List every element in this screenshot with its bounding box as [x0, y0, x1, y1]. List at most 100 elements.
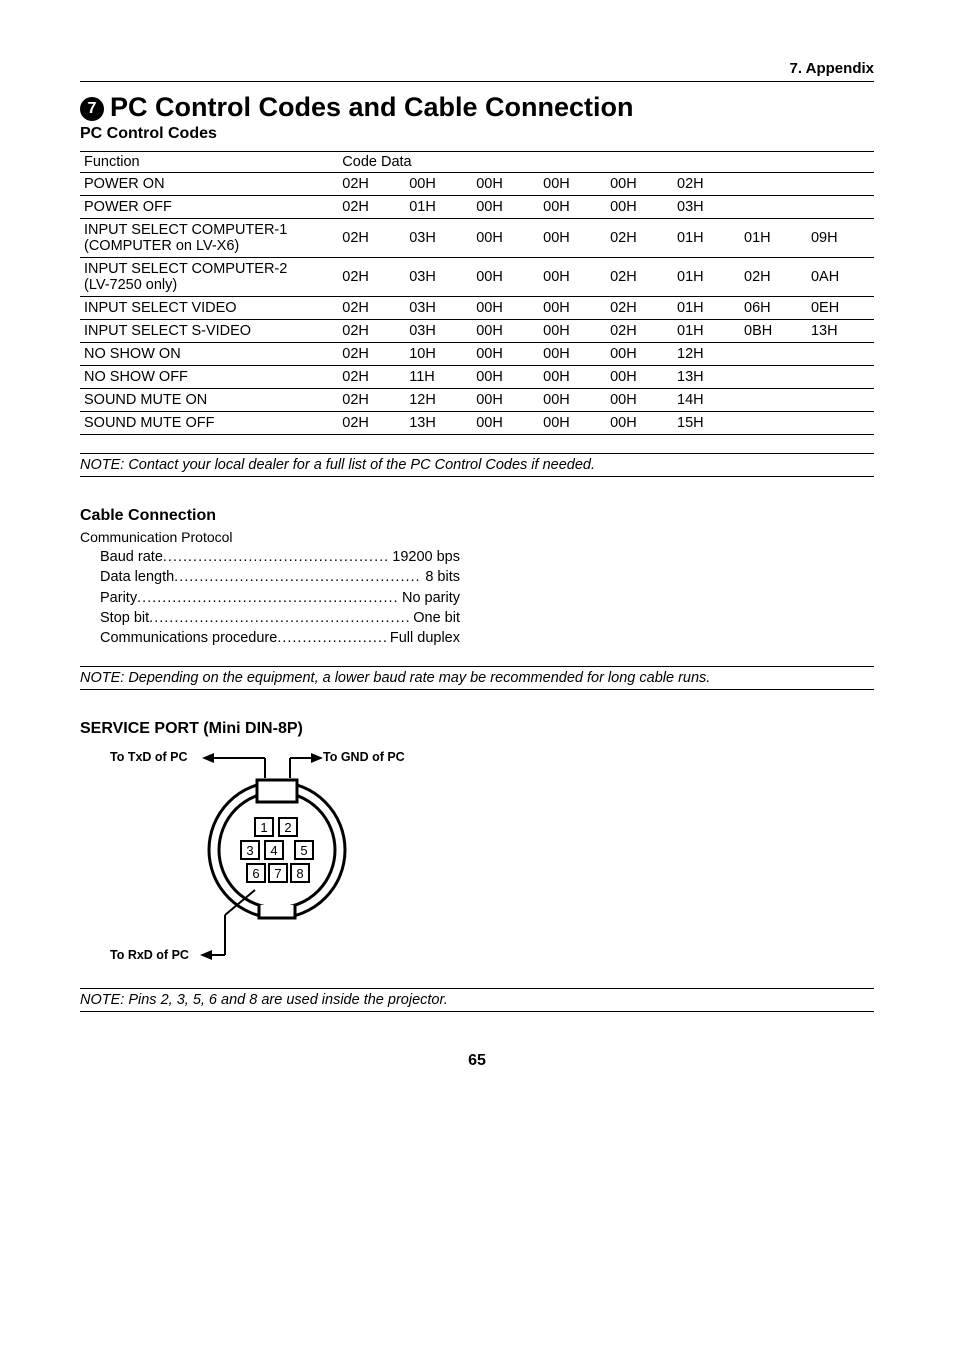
- code-cell: 00H: [539, 297, 606, 320]
- code-cell: [807, 343, 874, 366]
- code-cell: 00H: [472, 343, 539, 366]
- code-cell: 03H: [405, 258, 472, 297]
- table-row: POWER OFF02H01H00H00H00H03H: [80, 196, 874, 219]
- protocol-row: Baud rate 19200 bps: [100, 547, 460, 567]
- func-cell: INPUT SELECT S-VIDEO: [80, 320, 338, 343]
- code-cell: 0AH: [807, 258, 874, 297]
- code-cell: 11H: [405, 366, 472, 389]
- code-cell: [740, 389, 807, 412]
- cable-connection-heading: Cable Connection: [80, 507, 874, 525]
- code-cell: 02H: [338, 320, 405, 343]
- protocol-dots: [174, 567, 421, 587]
- code-cell: 02H: [338, 219, 405, 258]
- code-cell: 00H: [539, 196, 606, 219]
- protocol-label: Stop bit: [100, 608, 149, 628]
- code-cell: 01H: [673, 297, 740, 320]
- code-cell: 03H: [405, 297, 472, 320]
- table-row: POWER ON02H00H00H00H00H02H: [80, 173, 874, 196]
- code-cell: 02H: [606, 297, 673, 320]
- svg-text:5: 5: [300, 843, 307, 858]
- protocol-dots: [137, 588, 398, 608]
- code-cell: 09H: [807, 219, 874, 258]
- code-cell: 03H: [405, 320, 472, 343]
- protocol-title: Communication Protocol: [80, 529, 874, 545]
- th-code-data: Code Data: [338, 152, 874, 173]
- code-cell: 00H: [539, 343, 606, 366]
- svg-text:3: 3: [246, 843, 253, 858]
- table-row: INPUT SELECT COMPUTER-2(LV-7250 only)02H…: [80, 258, 874, 297]
- code-cell: 00H: [472, 320, 539, 343]
- code-cell: 02H: [338, 297, 405, 320]
- protocol-list: Baud rate 19200 bpsData length 8 bitsPar…: [100, 547, 874, 648]
- cable-note: NOTE: Depending on the equipment, a lowe…: [80, 666, 874, 690]
- section-title: 7PC Control Codes and Cable Connection: [80, 92, 874, 123]
- page-number: 65: [80, 1052, 874, 1070]
- code-cell: 10H: [405, 343, 472, 366]
- codes-table: Function Code Data POWER ON02H00H00H00H0…: [80, 151, 874, 435]
- protocol-row: Communications procedure Full duplex: [100, 628, 460, 648]
- code-cell: 02H: [338, 389, 405, 412]
- code-cell: 02H: [338, 173, 405, 196]
- protocol-row: Parity No parity: [100, 588, 460, 608]
- code-cell: [807, 196, 874, 219]
- svg-text:6: 6: [252, 866, 259, 881]
- code-cell: 02H: [338, 412, 405, 435]
- code-cell: 15H: [673, 412, 740, 435]
- protocol-value: 8 bits: [421, 567, 460, 587]
- label-rxd: To RxD of PC: [110, 948, 189, 962]
- code-cell: [807, 173, 874, 196]
- code-cell: 00H: [606, 196, 673, 219]
- code-cell: 02H: [338, 258, 405, 297]
- code-cell: 00H: [539, 219, 606, 258]
- code-cell: 13H: [405, 412, 472, 435]
- code-cell: 00H: [606, 343, 673, 366]
- code-cell: 02H: [606, 219, 673, 258]
- code-cell: [740, 412, 807, 435]
- code-cell: [807, 412, 874, 435]
- code-cell: 12H: [405, 389, 472, 412]
- table-row: INPUT SELECT S-VIDEO02H03H00H00H02H01H0B…: [80, 320, 874, 343]
- protocol-value: 19200 bps: [388, 547, 460, 567]
- code-cell: [740, 196, 807, 219]
- svg-text:7: 7: [274, 866, 281, 881]
- th-function: Function: [80, 152, 338, 173]
- code-cell: 12H: [673, 343, 740, 366]
- table-row: INPUT SELECT VIDEO02H03H00H00H02H01H06H0…: [80, 297, 874, 320]
- code-cell: 02H: [740, 258, 807, 297]
- code-cell: 02H: [338, 343, 405, 366]
- svg-text:1: 1: [260, 820, 267, 835]
- appendix-header: 7. Appendix: [80, 60, 874, 82]
- protocol-row: Data length 8 bits: [100, 567, 460, 587]
- func-cell: POWER ON: [80, 173, 338, 196]
- code-cell: 01H: [740, 219, 807, 258]
- code-cell: [740, 343, 807, 366]
- code-cell: 00H: [539, 320, 606, 343]
- code-cell: 00H: [472, 196, 539, 219]
- code-cell: 00H: [472, 389, 539, 412]
- code-cell: 00H: [472, 258, 539, 297]
- code-cell: 0EH: [807, 297, 874, 320]
- protocol-dots: [149, 608, 409, 628]
- pc-control-codes-heading: PC Control Codes: [80, 125, 874, 143]
- code-cell: 00H: [539, 412, 606, 435]
- code-cell: 13H: [807, 320, 874, 343]
- protocol-value: No parity: [398, 588, 460, 608]
- code-cell: 03H: [673, 196, 740, 219]
- codes-note: NOTE: Contact your local dealer for a fu…: [80, 453, 874, 477]
- section-title-text: PC Control Codes and Cable Connection: [110, 92, 634, 122]
- svg-text:8: 8: [296, 866, 303, 881]
- code-cell: 02H: [338, 196, 405, 219]
- func-cell: NO SHOW ON: [80, 343, 338, 366]
- code-cell: 00H: [606, 389, 673, 412]
- code-cell: [807, 389, 874, 412]
- code-cell: 13H: [673, 366, 740, 389]
- table-row: NO SHOW OFF02H11H00H00H00H13H: [80, 366, 874, 389]
- protocol-value: One bit: [409, 608, 460, 628]
- code-cell: 00H: [472, 173, 539, 196]
- code-cell: 14H: [673, 389, 740, 412]
- service-note: NOTE: Pins 2, 3, 5, 6 and 8 are used ins…: [80, 988, 874, 1012]
- code-cell: 00H: [606, 412, 673, 435]
- code-cell: 00H: [606, 173, 673, 196]
- code-cell: 01H: [673, 219, 740, 258]
- func-cell: POWER OFF: [80, 196, 338, 219]
